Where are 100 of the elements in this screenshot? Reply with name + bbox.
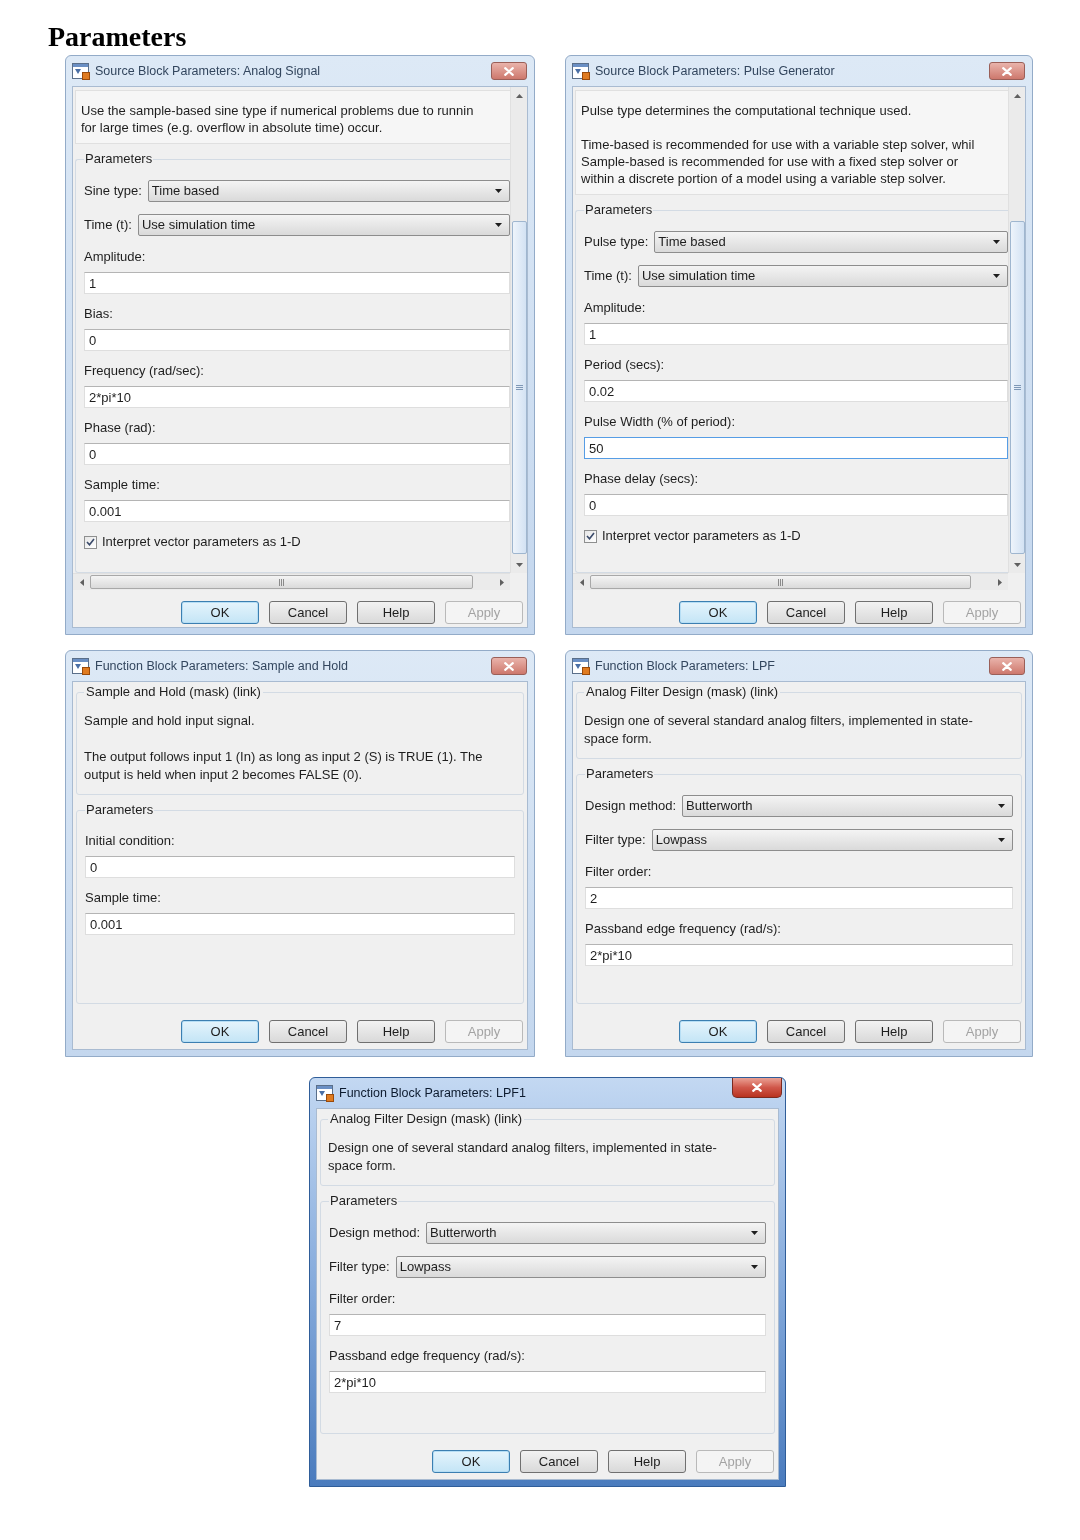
vertical-scrollbar[interactable] <box>1008 87 1025 573</box>
input-field[interactable]: 2*pi*10 <box>585 944 1013 966</box>
dialog-button[interactable]: OK <box>679 1020 757 1043</box>
group-title: Parameters <box>584 201 654 219</box>
field-label: Time (t): <box>84 216 132 234</box>
field-label: Pulse type: <box>584 233 649 251</box>
input-field[interactable]: 0.02 <box>584 380 1008 402</box>
dropdown[interactable]: Lowpass <box>395 1256 766 1278</box>
dropdown[interactable]: Use simulation time <box>637 265 1008 287</box>
dropdown[interactable]: Lowpass <box>651 829 1013 851</box>
field-label: Period (secs): <box>584 356 665 374</box>
field-label: Passband edge frequency (rad/s): <box>585 920 781 938</box>
field-label: Initial condition: <box>85 832 175 850</box>
close-button[interactable] <box>491 62 527 80</box>
input-field[interactable]: 7 <box>329 1314 766 1336</box>
input-field[interactable]: 1 <box>84 272 510 294</box>
checkbox[interactable] <box>84 535 97 549</box>
input-field[interactable]: 2*pi*10 <box>84 386 510 408</box>
group-title: Parameters <box>84 150 154 168</box>
caret-icon <box>993 274 1000 278</box>
checkbox[interactable] <box>584 529 597 543</box>
field-label: Frequency (rad/sec): <box>84 362 204 380</box>
description-text: Time-based is recommended for use with a variable step solver, whil Sample-based is recommended for use with a fixed step solver or within a discrete portion of a model using a variable step solver. <box>581 136 975 187</box>
dropdown[interactable]: Butterworth <box>682 795 1013 817</box>
input-field[interactable]: 2 <box>585 887 1013 909</box>
window-icon <box>572 62 590 80</box>
close-button[interactable] <box>491 657 527 675</box>
mask-title: Analog Filter Design (mask) (link) <box>329 1110 524 1128</box>
caret-icon <box>998 804 1005 808</box>
group-title: Parameters <box>329 1192 399 1210</box>
field-label: Design method: <box>329 1224 421 1242</box>
dialog-button[interactable]: Help <box>855 601 933 624</box>
scroll-left-icon[interactable] <box>579 578 584 586</box>
dialog-button[interactable]: Cancel <box>767 601 845 624</box>
group-title: Parameters <box>585 765 655 783</box>
vertical-scrollbar[interactable] <box>510 87 527 573</box>
input-field[interactable]: 2*pi*10 <box>329 1371 766 1393</box>
dropdown[interactable]: Time based <box>654 231 1008 253</box>
scroll-right-icon[interactable] <box>499 578 504 586</box>
input-field[interactable]: 0 <box>584 494 1008 516</box>
input-field[interactable]: 50 <box>584 437 1008 459</box>
input-field[interactable]: 0 <box>84 329 510 351</box>
input-field[interactable]: 0 <box>85 856 515 878</box>
dialog-button[interactable]: Help <box>608 1450 686 1473</box>
dropdown[interactable]: Butterworth <box>426 1222 766 1244</box>
input-field[interactable]: 0.001 <box>84 500 510 522</box>
dialog-button[interactable]: Cancel <box>520 1450 598 1473</box>
window-icon <box>572 657 590 675</box>
description-text: The output follows input 1 (In) as long as input 2 (S) is TRUE (1). The output is held when input 2 becomes FALSE (0). <box>84 748 483 784</box>
dropdown[interactable]: Time based <box>147 180 510 202</box>
mask-title: Analog Filter Design (mask) (link) <box>585 683 780 701</box>
scroll-thumb[interactable] <box>590 575 971 589</box>
window-icon <box>72 62 90 80</box>
dialog-button[interactable]: Cancel <box>269 601 347 624</box>
input-field[interactable]: 0 <box>84 443 510 465</box>
dialog-button[interactable]: Cancel <box>269 1020 347 1043</box>
scroll-up-icon[interactable] <box>515 93 523 98</box>
caret-icon <box>751 1231 758 1235</box>
window-title: Source Block Parameters: Analog Signal <box>95 63 321 79</box>
scroll-down-icon[interactable] <box>515 562 523 567</box>
caret-icon <box>751 1265 758 1269</box>
description-text: Design one of several standard analog filters, implemented in state- space form. <box>584 712 973 748</box>
field-label: Phase (rad): <box>84 419 156 437</box>
close-icon <box>1002 661 1012 671</box>
field-label: Amplitude: <box>84 248 146 266</box>
dialog-button[interactable]: OK <box>679 601 757 624</box>
caret-icon <box>495 223 502 227</box>
dialog-button[interactable]: Help <box>357 601 435 624</box>
mask-title: Sample and Hold (mask) (link) <box>85 683 262 701</box>
close-button[interactable] <box>989 657 1025 675</box>
window-title: Function Block Parameters: LPF <box>595 658 775 674</box>
dialog-button[interactable]: Help <box>357 1020 435 1043</box>
dialog-button[interactable]: OK <box>181 1020 259 1043</box>
group-title: Parameters <box>85 801 155 819</box>
close-button[interactable] <box>732 1078 782 1098</box>
window-title: Function Block Parameters: LPF1 <box>339 1085 526 1101</box>
close-button[interactable] <box>989 62 1025 80</box>
scroll-thumb[interactable] <box>90 575 473 589</box>
scroll-thumb[interactable] <box>1009 221 1025 554</box>
scroll-up-icon[interactable] <box>1013 93 1021 98</box>
dialog-button[interactable]: Cancel <box>767 1020 845 1043</box>
horizontal-scrollbar[interactable] <box>573 573 1008 590</box>
field-label: Design method: <box>585 797 677 815</box>
grip-icon <box>778 578 783 586</box>
scroll-down-icon[interactable] <box>1013 562 1021 567</box>
input-field[interactable]: 0.001 <box>85 913 515 935</box>
dialog-button[interactable]: OK <box>432 1450 510 1473</box>
scroll-thumb[interactable] <box>511 221 527 554</box>
check-icon <box>86 538 95 546</box>
scroll-left-icon[interactable] <box>79 578 84 586</box>
field-label: Filter type: <box>329 1258 390 1276</box>
field-label: Filter order: <box>329 1290 396 1308</box>
field-label: Passband edge frequency (rad/s): <box>329 1347 525 1365</box>
scroll-right-icon[interactable] <box>997 578 1002 586</box>
dropdown[interactable]: Use simulation time <box>137 214 510 236</box>
dialog-button[interactable]: OK <box>181 601 259 624</box>
horizontal-scrollbar[interactable] <box>73 573 510 590</box>
input-field[interactable]: 1 <box>584 323 1008 345</box>
dialog-button[interactable]: Help <box>855 1020 933 1043</box>
caret-icon <box>993 240 1000 244</box>
